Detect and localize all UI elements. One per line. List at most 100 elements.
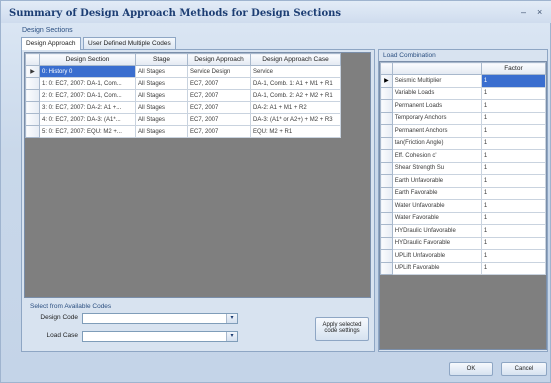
chevron-down-icon[interactable]: ▾ — [226, 332, 237, 341]
cell-design-approach[interactable]: EC7, 2007 — [187, 125, 251, 138]
table-row[interactable]: Permanent Loads 1 — [380, 99, 546, 113]
row-indicator[interactable] — [25, 125, 40, 138]
row-indicator[interactable] — [380, 111, 393, 125]
row-indicator[interactable] — [380, 261, 393, 275]
table-row[interactable]: HYDraulic Favorable 1 — [380, 236, 546, 250]
row-indicator[interactable] — [380, 124, 393, 138]
cell-stage[interactable]: All Stages — [135, 65, 188, 78]
load-case-select[interactable]: ▾ — [82, 331, 238, 342]
table-row[interactable]: HYDraulic Unfavorable 1 — [380, 224, 546, 238]
column-header-design-approach[interactable]: Design Approach — [187, 53, 251, 66]
row-indicator[interactable] — [25, 89, 40, 102]
factor-cell[interactable]: 1 — [480, 161, 546, 175]
cell-stage[interactable]: All Stages — [135, 113, 188, 126]
factor-cell[interactable]: 1 — [480, 236, 546, 250]
factor-cell[interactable]: 1 — [480, 186, 546, 200]
cell-design-approach-case[interactable]: DA-3: (A1* or A2+) + M2 + R3 — [250, 113, 341, 126]
table-row[interactable]: Water Unfavorable 1 — [380, 199, 546, 213]
row-indicator[interactable] — [380, 86, 393, 100]
table-row[interactable]: Temporary Anchors 1 — [380, 111, 546, 125]
table-row[interactable]: 5: 0: EC7, 2007: EQU: M2 +... All Stages… — [25, 125, 341, 138]
cell-design-approach-case[interactable]: DA-1, Comb. 1: A1 + M1 + R1 — [250, 77, 341, 90]
cell-design-approach[interactable]: EC7, 2007 — [187, 77, 251, 90]
row-indicator[interactable] — [380, 211, 393, 225]
factor-cell[interactable]: 1 — [480, 149, 546, 163]
table-row[interactable]: Shear Strength Su 1 — [380, 161, 546, 175]
cell-design-approach-case[interactable]: EQU: M2 + R1 — [250, 125, 341, 138]
row-indicator[interactable] — [25, 113, 40, 126]
factor-cell[interactable]: 1 — [480, 249, 546, 263]
cell-design-section[interactable]: 1: 0: EC7, 2007: DA-1, Com... — [39, 77, 136, 90]
row-indicator[interactable] — [380, 199, 393, 213]
minimize-icon[interactable]: – — [521, 7, 526, 17]
factor-cell[interactable]: 1 — [480, 74, 546, 88]
factor-cell[interactable]: 1 — [480, 136, 546, 150]
table-row[interactable]: Permanent Anchors 1 — [380, 124, 546, 138]
row-indicator[interactable] — [380, 136, 393, 150]
row-indicator[interactable] — [380, 224, 393, 238]
row-indicator[interactable] — [25, 77, 40, 90]
cell-design-section[interactable]: 4: 0: EC7, 2007: DA-3: (A1*... — [39, 113, 136, 126]
ok-button[interactable]: OK — [449, 362, 493, 376]
factor-cell[interactable]: 1 — [480, 211, 546, 225]
row-indicator[interactable] — [380, 149, 393, 163]
cell-design-approach-case[interactable]: DA-1, Comb. 2: A2 + M2 + R1 — [250, 89, 341, 102]
factor-cell[interactable]: 1 — [480, 99, 546, 113]
column-header-stage[interactable]: Stage — [135, 53, 188, 66]
table-row[interactable]: Earth Unfavorable 1 — [380, 174, 546, 188]
cell-design-section[interactable]: 0: History 0 — [39, 65, 136, 78]
cell-stage[interactable]: All Stages — [135, 77, 188, 90]
cell-stage[interactable]: All Stages — [135, 101, 188, 114]
row-indicator[interactable] — [380, 99, 393, 113]
row-indicator[interactable]: ▶ — [25, 65, 40, 78]
cell-design-approach[interactable]: EC7, 2007 — [187, 89, 251, 102]
factor-cell[interactable]: 1 — [480, 224, 546, 238]
table-row[interactable]: UPLift Unfavorable 1 — [380, 249, 546, 263]
table-row[interactable]: 3: 0: EC7, 2007: DA-2: A1 +... All Stage… — [25, 101, 341, 114]
load-combination-grid[interactable]: Factor ▶ Seismic Multiplier 1 Variable Load… — [379, 61, 547, 350]
factor-cell[interactable]: 1 — [480, 174, 546, 188]
column-header-factor[interactable]: Factor — [480, 62, 546, 75]
factor-cell[interactable]: 1 — [480, 86, 546, 100]
row-indicator[interactable]: ▶ — [380, 74, 393, 88]
factor-cell[interactable]: 1 — [480, 124, 546, 138]
row-indicator[interactable] — [380, 174, 393, 188]
factor-cell[interactable]: 1 — [480, 199, 546, 213]
chevron-down-icon[interactable]: ▾ — [226, 314, 237, 323]
close-icon[interactable]: × — [537, 7, 542, 17]
row-indicator[interactable] — [380, 236, 393, 250]
design-code-select[interactable]: ▾ — [82, 313, 238, 324]
cell-design-approach[interactable]: EC7, 2007 — [187, 101, 251, 114]
row-indicator[interactable] — [380, 249, 393, 263]
factor-cell[interactable]: 1 — [480, 261, 546, 275]
cell-design-approach-case[interactable]: Service — [250, 65, 341, 78]
column-header-design-approach-case[interactable]: Design Approach Case — [250, 53, 341, 66]
row-indicator[interactable] — [380, 161, 393, 175]
cell-design-approach[interactable]: EC7, 2007 — [187, 113, 251, 126]
row-indicator[interactable] — [25, 101, 40, 114]
cell-design-section[interactable]: 5: 0: EC7, 2007: EQU: M2 +... — [39, 125, 136, 138]
table-row[interactable]: tan(Friction Angle) 1 — [380, 136, 546, 150]
cell-design-section[interactable]: 2: 0: EC7, 2007: DA-1, Com... — [39, 89, 136, 102]
table-row[interactable]: Water Favorable 1 — [380, 211, 546, 225]
row-indicator[interactable] — [380, 186, 393, 200]
table-row[interactable]: Variable Loads 1 — [380, 86, 546, 100]
factor-cell[interactable]: 1 — [480, 111, 546, 125]
table-row[interactable]: Eff. Cohesion c' 1 — [380, 149, 546, 163]
table-row[interactable]: 1: 0: EC7, 2007: DA-1, Com... All Stages… — [25, 77, 341, 90]
table-row[interactable]: UPLift Favorable 1 — [380, 261, 546, 275]
table-row[interactable]: 4: 0: EC7, 2007: DA-3: (A1*... All Stage… — [25, 113, 341, 126]
cell-stage[interactable]: All Stages — [135, 125, 188, 138]
table-row[interactable]: ▶ 0: History 0 All Stages Service Design… — [25, 65, 341, 78]
column-header-design-section[interactable]: Design Section — [39, 53, 136, 66]
apply-code-settings-button[interactable]: Apply selected code settings — [315, 317, 369, 341]
design-sections-grid[interactable]: Design Section Stage Design Approach Des… — [24, 52, 371, 298]
cell-design-approach-case[interactable]: DA-2: A1 + M1 + R2 — [250, 101, 341, 114]
tab-user-defined-codes[interactable]: User Defined Multiple Codes — [83, 37, 176, 49]
cell-stage[interactable]: All Stages — [135, 89, 188, 102]
table-row[interactable]: ▶ Seismic Multiplier 1 — [380, 74, 546, 88]
cell-design-approach[interactable]: Service Design — [187, 65, 251, 78]
table-row[interactable]: Earth Favorable 1 — [380, 186, 546, 200]
tab-design-approach[interactable]: Design Approach — [21, 37, 81, 50]
cell-design-section[interactable]: 3: 0: EC7, 2007: DA-2: A1 +... — [39, 101, 136, 114]
